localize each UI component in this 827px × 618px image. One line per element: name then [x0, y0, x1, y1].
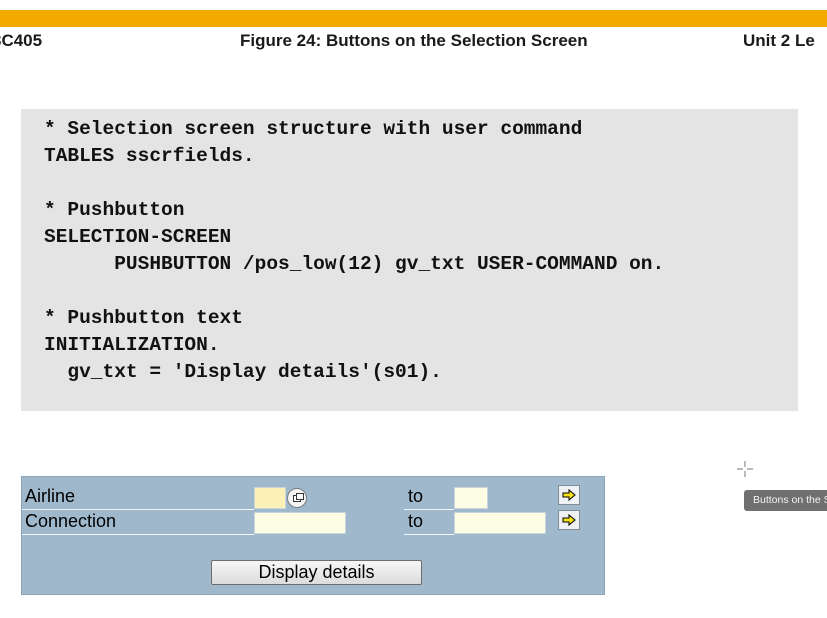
airline-to-label: to [408, 486, 424, 506]
code-line-1: * Selection screen structure with user c… [44, 118, 583, 140]
code-line-2: TABLES sscrfields. [44, 145, 255, 167]
connection-label: Connection [25, 511, 117, 531]
connection-low-input[interactable] [254, 512, 346, 534]
airline-underline [22, 509, 254, 510]
accent-bar [0, 10, 827, 27]
display-details-button[interactable]: Display details [211, 560, 422, 585]
course-code: 3C405 [0, 31, 43, 50]
arrow-right-icon [562, 513, 576, 527]
code-line-4: * Pushbutton [44, 199, 185, 221]
airline-high-input[interactable] [454, 487, 488, 509]
connection-to-label: to [408, 511, 424, 531]
connection-multiple-selection-button[interactable] [558, 510, 580, 530]
arrow-right-icon [562, 488, 576, 502]
tooltip: Buttons on the S [744, 490, 827, 511]
code-line-6: PUSHBUTTON /pos_low(12) gv_txt USER-COMM… [44, 253, 665, 275]
top-bar [0, 0, 827, 10]
connection-high-input[interactable] [454, 512, 546, 534]
code-line-10: gv_txt = 'Display details'(s01). [44, 361, 442, 383]
figure-title: Figure 24: Buttons on the Selection Scre… [240, 31, 588, 50]
unit-label: Unit 2 Le [743, 31, 815, 50]
code-line-9: INITIALIZATION. [44, 334, 220, 356]
code-block: * Selection screen structure with user c… [21, 109, 798, 411]
connection-underline [22, 534, 254, 535]
code-line-8: * Pushbutton text [44, 307, 243, 329]
airline-multiple-selection-button[interactable] [558, 485, 580, 505]
f4-value-help-icon[interactable] [287, 488, 307, 508]
crosshair-icon [737, 461, 753, 477]
airline-to-underline [404, 509, 454, 510]
connection-to-underline [404, 534, 454, 535]
airline-label: Airline [25, 486, 76, 506]
airline-low-input[interactable] [254, 487, 286, 509]
code-line-5: SELECTION-SCREEN [44, 226, 232, 248]
